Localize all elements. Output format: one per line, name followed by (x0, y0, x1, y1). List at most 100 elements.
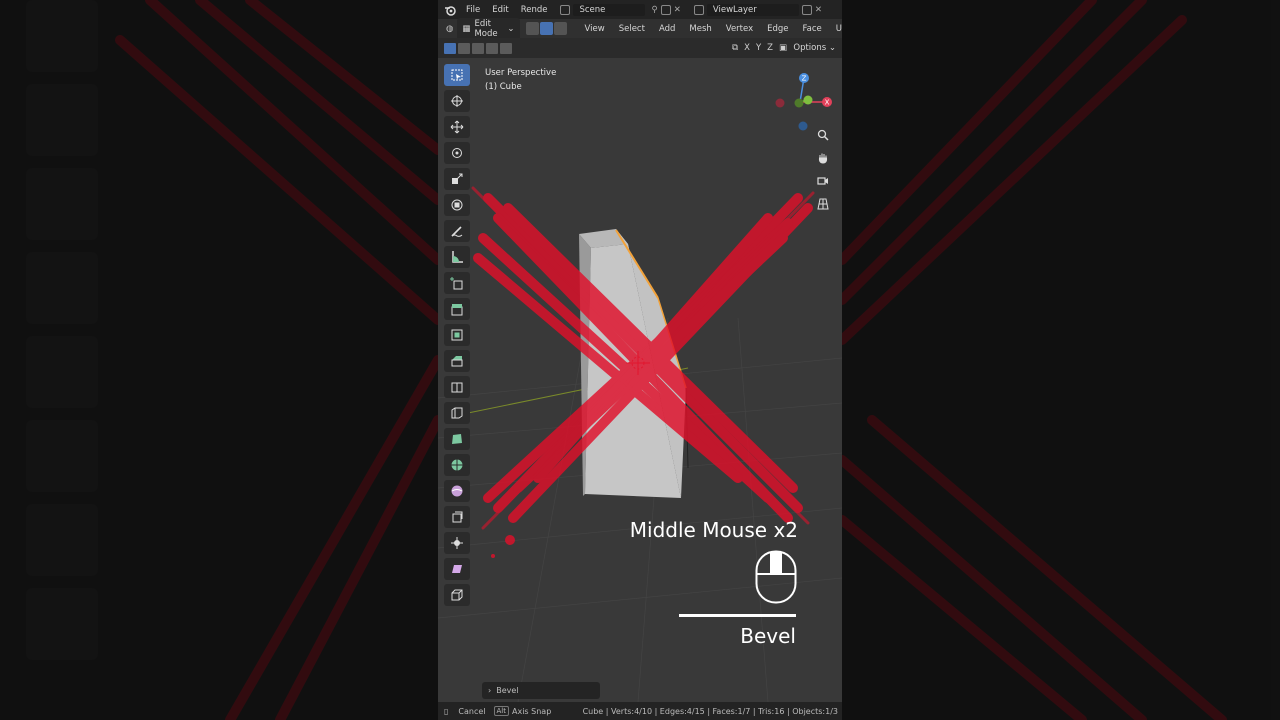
shortcut-caption: Middle Mouse x2 (629, 518, 798, 542)
3d-viewport[interactable]: User Perspective (1) Cube Z X Middle Mou… (438, 58, 842, 702)
edge-slide-tool[interactable] (444, 506, 470, 528)
menu-edge[interactable]: Edge (760, 24, 795, 34)
select-new-icon[interactable] (444, 42, 456, 54)
new-scene-icon[interactable] (660, 4, 671, 15)
loop-cut-tool[interactable] (444, 376, 470, 398)
move-tool[interactable] (444, 116, 470, 138)
viewport-header: ◍ ▦ Edit Mode ⌄ View Select Add Mesh Ver… (438, 17, 842, 40)
shear-icon (452, 565, 462, 573)
menu-render[interactable]: Rende (515, 5, 554, 15)
perspective-toggle-button[interactable] (814, 195, 832, 213)
scale-tool[interactable] (444, 168, 470, 190)
select-invert-icon[interactable] (486, 42, 498, 54)
active-object-label: (1) Cube (485, 82, 522, 92)
options-dropdown[interactable]: Options ⌄ (793, 43, 836, 53)
add-cube-icon (450, 277, 463, 290)
axis-x-toggle[interactable]: X (744, 43, 750, 53)
loop-cut-icon (451, 382, 463, 393)
menu-view[interactable]: View (578, 24, 612, 34)
bevel-icon (451, 356, 463, 367)
menu-uv[interactable]: U (829, 24, 842, 34)
vertex-select-icon[interactable] (525, 22, 539, 35)
menu-face[interactable]: Face (796, 24, 829, 34)
pin-icon[interactable]: ⚲ (651, 5, 657, 15)
select-box-tool[interactable] (444, 64, 470, 86)
axis-z-toggle[interactable]: Z (767, 43, 773, 53)
edge-slide-icon (452, 511, 463, 523)
menu-vertex[interactable]: Vertex (719, 24, 760, 34)
mirror-axis-group: ⧉ X Y Z ▣ (729, 43, 790, 53)
menu-edit[interactable]: Edit (486, 5, 514, 15)
close-view-layer-icon[interactable]: ✕ (815, 5, 822, 15)
transform-icon (451, 199, 463, 211)
select-extend-icon[interactable] (458, 42, 470, 54)
add-cube-tool[interactable] (444, 272, 470, 294)
menu-add[interactable]: Add (652, 24, 682, 34)
shear-tool[interactable] (444, 558, 470, 580)
mode-icon: ▦ (462, 23, 471, 34)
options-label: Options (793, 43, 827, 53)
menu-file[interactable]: File (460, 5, 486, 15)
extrude-tool[interactable] (444, 298, 470, 320)
cursor-icon (451, 95, 463, 107)
hand-icon (818, 153, 828, 164)
navigation-gizmo[interactable]: Z X (768, 64, 838, 134)
gizmo-neg-z-icon (798, 121, 808, 131)
mouse-button-icon: ▯ (444, 706, 449, 716)
axis-y-toggle[interactable]: Y (756, 43, 761, 53)
spin-icon (451, 459, 463, 471)
cursor-tool[interactable] (444, 90, 470, 112)
mouse-icon (755, 550, 797, 604)
inset-tool[interactable] (444, 324, 470, 346)
blender-logo-icon[interactable] (444, 4, 456, 16)
spin-tool[interactable] (444, 454, 470, 476)
last-operator-panel[interactable]: › Bevel (482, 682, 600, 699)
blender-window: File Edit Rende Scene ⚲ ✕ ViewLayer ✕ ◍ … (438, 0, 842, 720)
bevel-tool[interactable] (444, 350, 470, 372)
zoom-button[interactable] (814, 126, 832, 144)
inset-icon (451, 329, 463, 341)
face-select-icon[interactable] (553, 22, 567, 35)
select-intersect-icon[interactable] (500, 42, 512, 54)
axis-snap-hint: Axis Snap (512, 706, 552, 716)
pan-button[interactable] (814, 149, 832, 167)
grid-icon (817, 198, 829, 210)
mode-selector[interactable]: ▦ Edit Mode ⌄ (457, 17, 520, 40)
camera-view-button[interactable] (814, 172, 832, 190)
top-bar: File Edit Rende Scene ⚲ ✕ ViewLayer ✕ (438, 0, 842, 19)
select-subtract-icon[interactable] (472, 42, 484, 54)
editor-type-icon[interactable]: ◍ (446, 24, 453, 34)
caption-divider (679, 614, 796, 617)
measure-tool[interactable] (444, 246, 470, 268)
edge-select-icon[interactable] (539, 22, 553, 35)
scene-selector[interactable]: Scene ⚲ ✕ (557, 3, 681, 16)
rotate-icon (452, 148, 462, 158)
selection-mode-tools (444, 42, 514, 54)
scene-statistics: Cube | Verts:4/10 | Edges:4/15 | Faces:1… (582, 706, 838, 716)
menu-mesh[interactable]: Mesh (682, 24, 718, 34)
close-scene-icon[interactable]: ✕ (674, 5, 681, 15)
zoom-icon (817, 129, 829, 141)
annotate-icon (451, 226, 463, 237)
rip-tool[interactable] (444, 584, 470, 606)
view-layer-field[interactable]: ViewLayer (706, 3, 799, 16)
rotate-tool[interactable] (444, 142, 470, 164)
view-perspective-label: User Perspective (485, 68, 557, 78)
poly-build-tool[interactable] (444, 428, 470, 450)
smooth-tool[interactable] (444, 480, 470, 502)
new-view-layer-icon[interactable] (801, 4, 812, 15)
topology-mirror-icon[interactable]: ▣ (779, 43, 787, 53)
knife-tool[interactable] (444, 402, 470, 424)
annotate-tool[interactable] (444, 220, 470, 242)
cancel-hint: Cancel (458, 706, 486, 716)
shrink-fatten-tool[interactable] (444, 532, 470, 554)
rip-icon (451, 589, 463, 601)
view-layer-icon (693, 4, 704, 15)
select-mode-group (525, 22, 568, 35)
transform-tool[interactable] (444, 194, 470, 216)
scene-name-field[interactable]: Scene (573, 3, 646, 16)
view-layer-selector[interactable]: ViewLayer ✕ (691, 3, 822, 16)
menu-select[interactable]: Select (612, 24, 652, 34)
move-icon (450, 120, 464, 134)
select-box-icon (451, 69, 463, 81)
